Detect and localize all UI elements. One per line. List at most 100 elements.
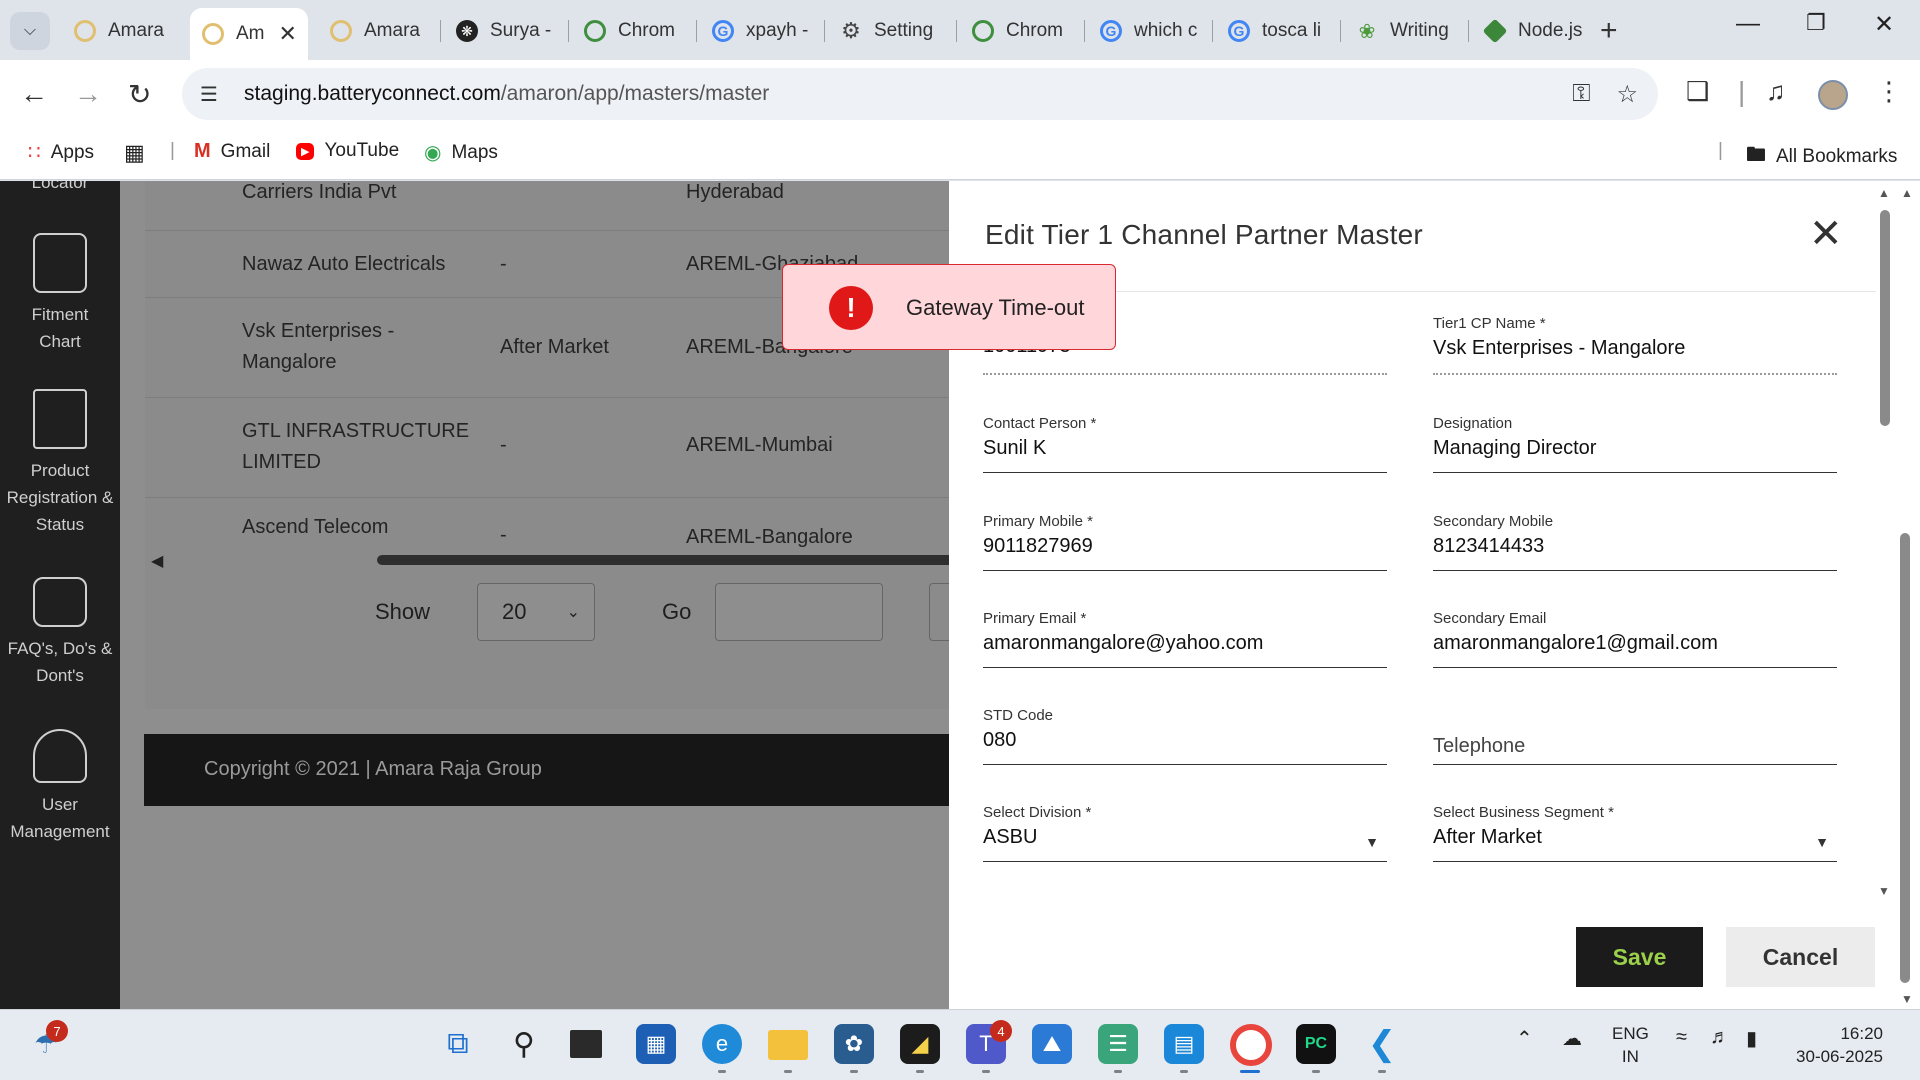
secondary-email-field[interactable]: Secondary Email amaronmangalore1@gmail.c… [1433,610,1837,668]
browser-tab[interactable]: Chrom [572,10,692,52]
all-bookmarks[interactable]: 🖿 All Bookmarks [1746,140,1897,174]
reload-icon[interactable]: ↻ [128,78,151,111]
page-size-select[interactable]: 20 ⌄ [477,583,595,641]
search-icon[interactable]: ⚲ [504,1024,544,1064]
dropdown-arrow-icon: ▼ [1815,834,1829,850]
photos-icon[interactable]: ⛰ [1032,1024,1072,1064]
error-alert-icon: ! [829,286,873,330]
wifi-icon[interactable]: ≈ [1676,1026,1687,1049]
volume-icon[interactable]: ♬ [1710,1026,1730,1049]
browser-tab[interactable]: ⚙ Setting [828,10,952,52]
media-control-icon[interactable]: ♫ [1766,76,1786,107]
leaf-icon: ❀ [1358,20,1376,43]
browser-tab[interactable]: ❋ Surya - [444,10,564,52]
toast-message: Gateway Time-out [906,295,1085,320]
sidebar-item-user-management[interactable]: User Management [0,729,120,845]
pycharm-icon[interactable]: PC [1296,1024,1336,1064]
form-scroll-down-icon[interactable]: ▼ [1878,884,1890,898]
microsoft-store-icon[interactable]: ▦ [636,1024,676,1064]
sticky-notes-icon[interactable]: ◢ [900,1024,940,1064]
forward-arrow-icon[interactable]: → [74,78,102,110]
openai-icon: ❋ [456,20,478,42]
bookmark-maps[interactable]: ◉ Maps [424,140,498,165]
close-window-icon[interactable]: ✕ [1874,10,1894,39]
cancel-button[interactable]: Cancel [1726,927,1875,987]
sidebar-item-locator-partial[interactable]: Locator [0,181,120,193]
secondary-mobile-field[interactable]: Secondary Mobile 8123414433 [1433,513,1837,571]
sidebar-item-faq[interactable]: FAQ's, Do's & Dont's [0,577,120,689]
telephone-field[interactable]: Telephone [1433,707,1837,765]
new-tab-icon[interactable]: + [1600,14,1618,48]
cell-region: AREML-Bangalore [686,526,853,548]
chrome-menu-icon[interactable]: ⋮ [1876,76,1902,107]
std-code-field[interactable]: STD Code 080 [983,707,1387,765]
notepad-icon[interactable]: ▤ [1164,1024,1204,1064]
browser-tab[interactable]: Node.js [1472,10,1590,52]
browser-tab[interactable]: G tosca li [1216,10,1336,52]
scroll-left-arrow-icon[interactable]: ◀ [151,551,163,571]
browser-tab[interactable]: ❀ Writing [1344,10,1464,52]
site-settings-icon[interactable]: ☰ [200,82,228,107]
close-tab-icon[interactable]: ✕ [279,21,297,47]
extensions-icon[interactable]: ❑ [1686,76,1709,107]
running-indicator [718,1070,726,1073]
task-view-icon[interactable] [570,1030,602,1058]
toolbar-separator: | [1738,76,1746,107]
page-scroll-up-icon[interactable]: ▲ [1901,186,1913,200]
bookmark-gmail[interactable]: M Gmail [194,140,270,163]
close-icon[interactable]: ✕ [1809,211,1843,257]
table-row[interactable]: GTL INFRASTRUCTURE LIMITED - AREML-Mumba… [145,398,975,498]
chevron-up-icon[interactable]: ⌃ [1516,1026,1533,1051]
back-arrow-icon[interactable]: ← [20,78,48,110]
minimize-icon[interactable]: — [1736,10,1760,38]
browser-tab[interactable]: Amara [318,10,436,52]
password-key-icon[interactable]: ⚿ [1572,80,1590,109]
form-scrollbar-thumb[interactable] [1880,210,1890,426]
windows-start-icon[interactable]: ⧉ [438,1024,478,1064]
grid-icon: ▦ [124,140,145,165]
bookmark-star-icon[interactable]: ☆ [1616,80,1638,109]
tab-search-button[interactable]: ⌵ [10,12,50,50]
browser-tab[interactable]: G which c [1088,10,1208,52]
cell-partner-name: Vsk Enterprises - Mangalore [242,320,395,373]
file-explorer-icon[interactable] [768,1030,808,1060]
system-clock[interactable]: 16:20 30-06-2025 [1793,1022,1883,1068]
save-button[interactable]: Save [1576,927,1703,987]
contact-person-field[interactable]: Contact Person * Sunil K [983,415,1387,473]
cp-name-field[interactable]: Tier1 CP Name * Vsk Enterprises - Mangal… [1433,315,1837,375]
page-scrollbar-thumb[interactable] [1900,533,1910,983]
primary-email-field[interactable]: Primary Email * amaronmangalore@yahoo.co… [983,610,1387,668]
vscode-icon[interactable]: ❮ [1362,1024,1402,1064]
tab-separator [440,20,441,42]
browser-tab[interactable]: G xpayh - [700,10,820,52]
onedrive-offline-icon[interactable]: ☁ [1562,1026,1582,1051]
business-segment-select[interactable]: Select Business Segment * After Market ▼ [1433,804,1837,862]
go-to-page-input[interactable] [715,583,883,641]
designation-field[interactable]: Designation Managing Director [1433,415,1837,473]
address-bar[interactable]: ☰ staging.batteryconnect.com /amaron/app… [182,68,1658,120]
bookmark-youtube[interactable]: ▶ YouTube [296,140,399,162]
mysql-workbench-icon[interactable]: ✿ [834,1024,874,1064]
bookmark-grid[interactable]: ▦ [124,140,155,166]
primary-mobile-field[interactable]: Primary Mobile * 9011827969 [983,513,1387,571]
sidebar-item-fitment-chart[interactable]: Fitment Chart [0,233,120,355]
layers-app-icon[interactable]: ☰ [1098,1024,1138,1064]
horizontal-scrollbar-thumb[interactable] [377,555,975,565]
browser-tab[interactable]: Chrom [960,10,1080,52]
chrome-icon[interactable] [1230,1024,1272,1066]
sidebar-item-product-registration[interactable]: Product Registration & Status [0,389,120,538]
table-row[interactable]: Carriers India Pvt Hyderabad [145,181,975,231]
battery-icon[interactable]: ▮ [1746,1026,1757,1051]
edge-browser-icon[interactable]: e [702,1024,742,1064]
browser-tab[interactable]: Amara [62,10,180,52]
page-scroll-down-icon[interactable]: ▼ [1901,992,1913,1006]
table-row[interactable]: Ascend Telecom - AREML-Bangalore [145,498,975,554]
division-select[interactable]: Select Division * ASBU ▼ [983,804,1387,862]
gmail-icon: M [194,140,211,162]
restore-icon[interactable]: ❐ [1806,10,1826,36]
browser-tab-active[interactable]: Am ✕ [190,8,308,60]
profile-avatar[interactable] [1818,80,1848,110]
input-language[interactable]: ENG IN [1612,1022,1649,1068]
form-scroll-up-icon[interactable]: ▲ [1878,186,1890,200]
bookmark-apps[interactable]: ∷ Apps [28,140,94,165]
